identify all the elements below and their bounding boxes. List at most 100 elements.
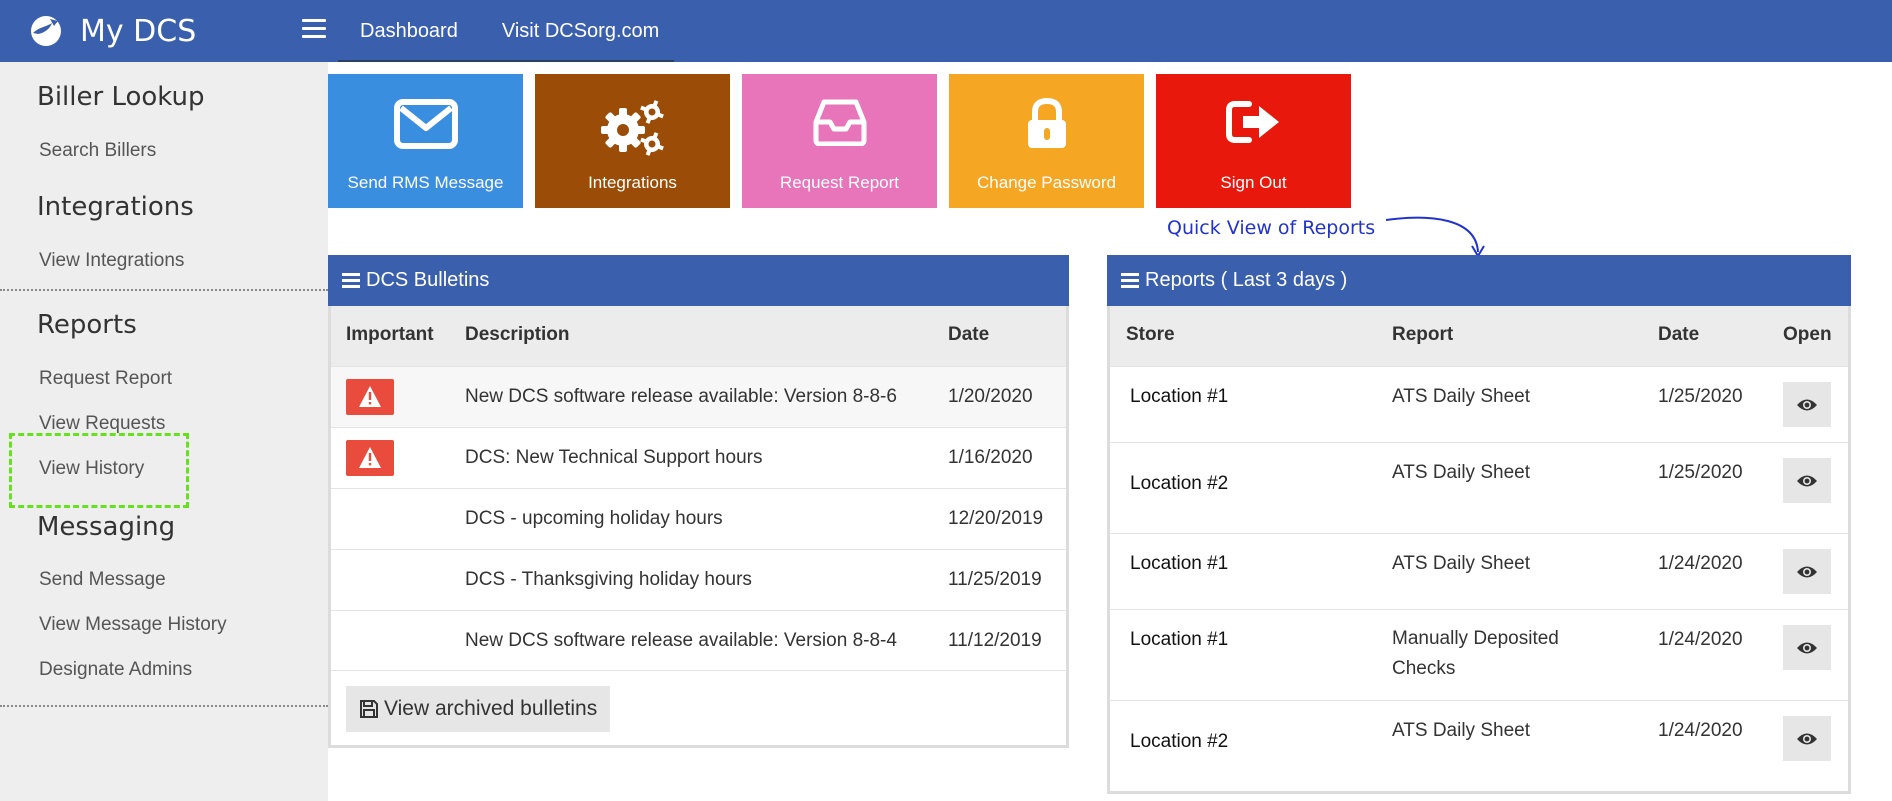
report-name: ATS Daily Sheet [1392, 386, 1530, 407]
bulletin-date: 1/20/2020 [948, 386, 1033, 407]
report-name: Manually Deposited Checks [1392, 628, 1559, 679]
table-row[interactable]: New DCS software release available: Vers… [331, 366, 1066, 427]
open-report-button[interactable] [1783, 458, 1831, 503]
reports-panel: Reports ( Last 3 days ) Store Report Dat… [1107, 255, 1851, 794]
bulletins-panel: DCS Bulletins Important Description Date… [328, 255, 1069, 748]
table-row: Location #1 ATS Daily Sheet 1/24/2020 [1110, 533, 1848, 609]
sidebar-heading-reports: Reports [37, 310, 137, 340]
report-date: 1/25/2020 [1658, 462, 1743, 483]
menu-toggle-icon[interactable] [302, 19, 326, 41]
sidebar-item-view-message-history[interactable]: View Message History [39, 614, 227, 636]
open-report-button[interactable] [1783, 625, 1831, 670]
bulletins-column-headers: Important Description Date [331, 306, 1066, 366]
top-navbar: My DCS Dashboard Visit DCSorg.com [0, 0, 1892, 62]
report-name: ATS Daily Sheet [1392, 720, 1530, 741]
view-archived-bulletins-button[interactable]: View archived bulletins [346, 686, 610, 732]
warning-icon [346, 440, 394, 476]
column-report: Report [1392, 324, 1454, 345]
eye-icon [1797, 475, 1817, 486]
sidebar-divider [0, 705, 328, 707]
table-row[interactable]: DCS - upcoming holiday hours 12/20/2019 [331, 488, 1066, 549]
bulletin-date: 11/25/2019 [948, 569, 1042, 590]
annotation-quick-view: Quick View of Reports [1167, 217, 1376, 239]
top-nav: Dashboard Visit DCSorg.com [338, 0, 681, 62]
report-store: Location #1 [1130, 553, 1229, 574]
highlight-view-history [9, 433, 189, 508]
bulletin-description[interactable]: DCS: New Technical Support hours [465, 447, 762, 469]
app-title: My DCS [80, 13, 197, 49]
warning-icon [346, 379, 394, 415]
sidebar-heading-biller-lookup: Biller Lookup [37, 82, 205, 112]
tile-label: Sign Out [1220, 173, 1287, 192]
open-report-button[interactable] [1783, 382, 1831, 427]
bulletin-date: 1/16/2020 [948, 447, 1033, 468]
dcs-logo-icon [31, 16, 61, 46]
report-store: Location #1 [1130, 386, 1229, 407]
bulletin-date: 12/20/2019 [948, 508, 1044, 529]
table-row: Location #2 ATS Daily Sheet 1/24/2020 [1110, 700, 1848, 791]
bulletin-description[interactable]: New DCS software release available: Vers… [465, 386, 897, 408]
report-date: 1/24/2020 [1658, 720, 1743, 741]
tile-label: Integrations [588, 173, 677, 192]
save-icon [360, 700, 378, 718]
report-name: ATS Daily Sheet [1392, 553, 1530, 574]
column-open: Open [1783, 324, 1832, 345]
sidebar-item-designate-admins[interactable]: Designate Admins [39, 659, 192, 681]
inbox-icon [813, 99, 866, 146]
tile-request-report[interactable]: Request Report [742, 74, 937, 208]
tile-label: Change Password [977, 173, 1116, 192]
bulletin-description[interactable]: DCS - Thanksgiving holiday hours [465, 569, 752, 591]
eye-icon [1797, 566, 1817, 577]
table-row[interactable]: DCS - Thanksgiving holiday hours 11/25/2… [331, 549, 1066, 610]
tile-integrations[interactable]: Integrations [535, 74, 730, 208]
bulletin-description[interactable]: New DCS software release available: Vers… [465, 630, 897, 652]
eye-icon [1797, 733, 1817, 744]
bulletins-header: DCS Bulletins [328, 255, 1069, 306]
eye-icon [1797, 399, 1817, 410]
sidebar-item-request-report[interactable]: Request Report [39, 368, 172, 390]
brand[interactable]: My DCS [30, 12, 196, 50]
lock-icon [1027, 98, 1066, 148]
column-date: Date [1658, 324, 1700, 345]
gears-icon [600, 100, 664, 156]
sidebar: Biller Lookup Search Billers Integration… [0, 62, 328, 801]
annotation-arrow-icon [1385, 216, 1485, 258]
tile-send-rms-message[interactable]: Send RMS Message [328, 74, 523, 208]
nav-active-underline [338, 60, 674, 62]
table-row[interactable]: DCS: New Technical Support hours 1/16/20… [331, 427, 1066, 488]
tile-change-password[interactable]: Change Password [949, 74, 1144, 208]
sidebar-item-search-billers[interactable]: Search Billers [39, 140, 156, 162]
reports-column-headers: Store Report Date Open [1110, 306, 1848, 366]
table-row: Location #2 ATS Daily Sheet 1/25/2020 [1110, 442, 1848, 533]
table-row: Location #1 ATS Daily Sheet 1/25/2020 [1110, 366, 1848, 442]
envelope-icon [393, 99, 458, 149]
nav-visit-dcsorg[interactable]: Visit DCSorg.com [480, 0, 681, 62]
bulletin-description[interactable]: DCS - upcoming holiday hours [465, 508, 723, 530]
list-icon [1121, 272, 1139, 289]
report-store: Location #2 [1130, 473, 1229, 494]
tile-sign-out[interactable]: Sign Out [1156, 74, 1351, 208]
report-date: 1/25/2020 [1658, 386, 1743, 407]
sidebar-heading-messaging: Messaging [37, 512, 176, 542]
tile-label: Send RMS Message [347, 173, 504, 192]
bulletin-date: 11/12/2019 [948, 630, 1042, 651]
table-row[interactable]: New DCS software release available: Vers… [331, 610, 1066, 671]
column-date: Date [948, 324, 990, 345]
archive-button-label: View archived bulletins [384, 697, 598, 720]
nav-dashboard[interactable]: Dashboard [338, 0, 480, 62]
sidebar-heading-integrations: Integrations [37, 192, 194, 222]
report-store: Location #2 [1130, 731, 1229, 752]
column-important: Important [346, 324, 434, 345]
report-date: 1/24/2020 [1658, 629, 1743, 650]
open-report-button[interactable] [1783, 549, 1831, 594]
open-report-button[interactable] [1783, 716, 1831, 761]
column-store: Store [1126, 324, 1175, 345]
column-description: Description [465, 324, 570, 345]
sign-out-icon [1225, 101, 1279, 143]
sidebar-item-send-message[interactable]: Send Message [39, 569, 166, 591]
reports-title: Reports ( Last 3 days ) [1145, 269, 1348, 291]
sidebar-divider [0, 289, 328, 291]
report-store: Location #1 [1130, 629, 1229, 650]
sidebar-item-view-integrations[interactable]: View Integrations [39, 250, 184, 272]
sidebar-item-view-requests[interactable]: View Requests [39, 413, 165, 435]
